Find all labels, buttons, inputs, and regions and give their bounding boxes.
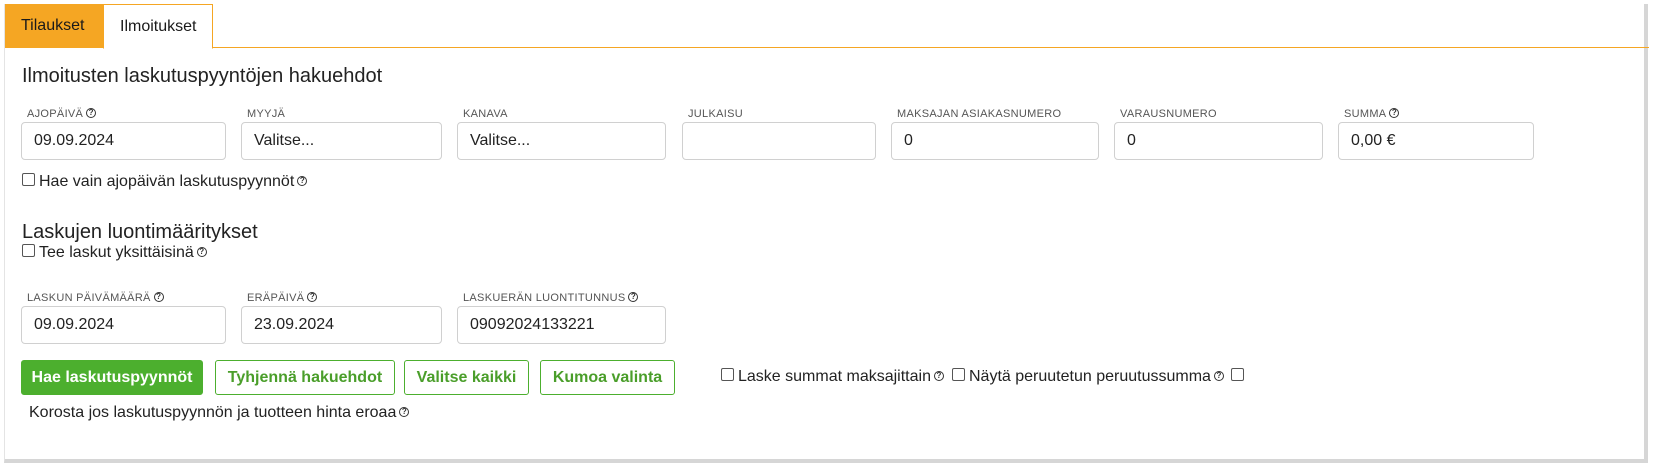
sum-by-payer-checkbox[interactable]: Laske summat maksajittain?	[721, 368, 944, 386]
highlight-price-diff-label: Korosta jos laskutuspyynnön ja tuotteen …	[29, 404, 397, 421]
run-date-input[interactable]: 09.09.2024	[21, 122, 226, 160]
help-icon[interactable]: ?	[153, 292, 164, 303]
sum-by-payer-label: Laske summat maksajittain	[738, 368, 931, 385]
seller-select[interactable]: Valitse...	[241, 122, 442, 160]
fetch-button[interactable]: Hae laskutuspyynnöt	[21, 360, 203, 395]
tab-bar: Tilaukset Ilmoitukset	[5, 4, 1649, 49]
checkbox-box[interactable]	[952, 368, 965, 382]
individual-invoices-checkbox[interactable]: Tee laskut yksittäisinä?	[22, 244, 207, 262]
tab-ilmoitukset[interactable]: Ilmoitukset	[103, 4, 213, 49]
sum-label: SUMMA	[1344, 108, 1387, 120]
show-cancel-sum-checkbox[interactable]: Näytä peruutetun peruutussumma?	[952, 368, 1224, 386]
invoice-date-input[interactable]: 09.09.2024	[21, 306, 226, 344]
help-icon[interactable]: ?	[399, 406, 410, 417]
create-section-title: Laskujen luontimääritykset	[22, 221, 258, 243]
help-icon[interactable]: ?	[628, 292, 639, 303]
channel-select[interactable]: Valitse...	[457, 122, 666, 160]
highlight-price-diff-checkbox[interactable]	[1231, 368, 1248, 386]
payer-customer-number-label: MAKSAJAN ASIAKASNUMERO	[897, 108, 1062, 120]
reservation-number-label: VARAUSNUMERO	[1120, 108, 1217, 120]
help-icon[interactable]: ?	[86, 108, 97, 119]
publication-input[interactable]	[682, 122, 876, 160]
select-all-button[interactable]: Valitse kaikki	[404, 360, 529, 395]
batch-id-label: LASKUERÄN LUONTITUNNUS	[463, 292, 626, 304]
clear-button[interactable]: Tyhjennä hakuehdot	[215, 360, 395, 395]
help-icon[interactable]: ?	[1389, 108, 1400, 119]
invoice-date-label: LASKUN PÄIVÄMÄÄRÄ	[27, 292, 151, 304]
help-icon[interactable]: ?	[1213, 370, 1224, 381]
individual-invoices-label: Tee laskut yksittäisinä	[39, 244, 194, 261]
batch-id-input[interactable]: 09092024133221	[457, 306, 666, 344]
channel-label: KANAVA	[463, 108, 508, 120]
help-icon[interactable]: ?	[307, 292, 318, 303]
sum-input[interactable]: 0,00 €	[1338, 122, 1534, 160]
checkbox-box[interactable]	[721, 368, 734, 382]
search-section-title: Ilmoitusten laskutuspyyntöjen hakuehdot	[22, 65, 383, 87]
due-date-label: ERÄPÄIVÄ	[247, 292, 305, 304]
tab-tilaukset[interactable]: Tilaukset	[5, 4, 103, 48]
only-run-date-label: Hae vain ajopäivän laskutuspyynnöt	[39, 173, 295, 190]
highlight-price-diff-note: Korosta jos laskutuspyynnön ja tuotteen …	[29, 404, 410, 422]
run-date-label: AJOPÄIVÄ	[27, 108, 84, 120]
billing-panel: Tilaukset Ilmoitukset Ilmoitusten laskut…	[4, 4, 1649, 463]
checkbox-box[interactable]	[22, 244, 35, 258]
help-icon[interactable]: ?	[297, 175, 308, 186]
due-date-input[interactable]: 23.09.2024	[241, 306, 442, 344]
unselect-button[interactable]: Kumoa valinta	[540, 360, 675, 395]
seller-label: MYYJÄ	[247, 108, 286, 120]
publication-label: JULKAISU	[688, 108, 743, 120]
checkbox-box[interactable]	[22, 173, 35, 187]
help-icon[interactable]: ?	[933, 370, 944, 381]
checkbox-box[interactable]	[1231, 368, 1244, 382]
payer-customer-number-input[interactable]: 0	[891, 122, 1099, 160]
only-run-date-checkbox[interactable]: Hae vain ajopäivän laskutuspyynnöt?	[22, 173, 308, 191]
help-icon[interactable]: ?	[196, 246, 207, 257]
reservation-number-input[interactable]: 0	[1114, 122, 1323, 160]
show-cancel-sum-label: Näytä peruutetun peruutussumma	[969, 368, 1211, 385]
